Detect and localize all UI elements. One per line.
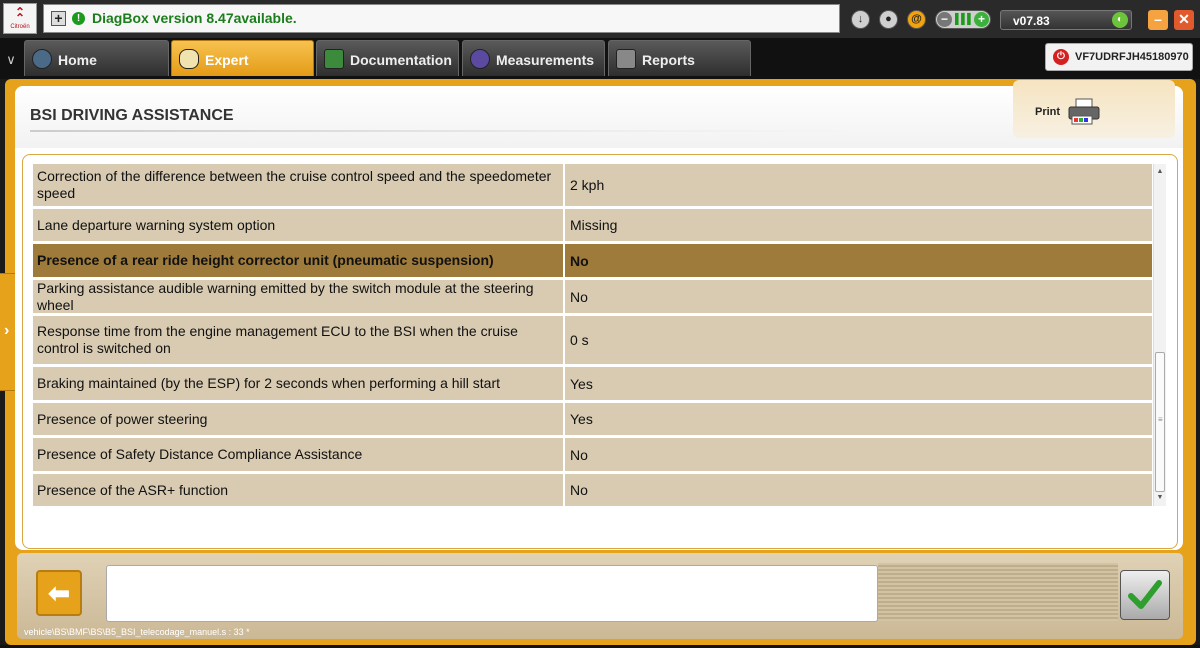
version-text: v07.83 [1013,14,1050,28]
close-button[interactable]: ✕ [1174,10,1194,30]
scroll-up-icon[interactable]: ▲ [1154,166,1166,178]
parameter-name: Presence of a rear ride height corrector… [33,244,565,277]
title-bar: ⌃ ⌃ Citroën + ! DiagBox version 8.47avail… [0,0,1200,38]
scroll-thumb[interactable]: ≡ [1155,352,1165,492]
plus-icon: + [974,12,989,27]
status-ok-icon: ◐ [1112,12,1128,28]
email-icon[interactable]: @ [907,10,926,29]
tab-reports[interactable]: Reports [608,40,751,76]
connection-status[interactable]: − ▌▌▌ + [935,10,991,29]
info-icon: ! [72,12,85,25]
decorative-stripes [878,563,1118,621]
table-row[interactable]: Presence of Safety Distance Compliance A… [33,438,1152,471]
parameter-value: 2 kph [570,177,605,193]
message-box [106,565,878,622]
parameter-name: Response time from the engine management… [33,316,565,364]
power-icon: ⏻ [1053,49,1069,65]
script-path: vehicle\BS\BMF\BS\B5_BSI_telecodage_manu… [24,627,250,637]
user-icon[interactable]: ● [879,10,898,29]
parameter-value: No [570,482,588,498]
parameter-name: Braking maintained (by the ESP) for 2 se… [33,367,565,400]
tab-bar: ∨ Home Expert Documentation Measurements… [0,38,1200,79]
brand-logo: ⌃ ⌃ Citroën [3,3,37,34]
table-row[interactable]: Parking assistance audible warning emitt… [33,280,1152,313]
vin-text: VF7UDRFJH45180970 [1075,51,1189,63]
parameter-value: Yes [570,411,593,427]
table-scrollbar[interactable]: ▲ ≡ ▼ [1153,164,1166,506]
page-title: BSI DRIVING ASSISTANCE [30,107,234,124]
signal-bars-icon: ▌▌▌ [955,14,974,25]
tab-home[interactable]: Home [24,40,169,76]
parameter-value: 0 s [570,332,589,348]
version-indicator[interactable]: v07.83 ◐ [1000,10,1132,30]
tab-documentation[interactable]: Documentation [316,40,459,76]
vin-badge[interactable]: ⏻ VF7UDRFJH45180970 [1045,43,1193,71]
tab-expert[interactable]: Expert [171,40,314,76]
tab-documentation-label: Documentation [350,52,452,68]
tab-reports-label: Reports [642,52,695,68]
table-row-selected[interactable]: Presence of a rear ride height corrector… [33,244,1152,277]
arrow-left-icon: ⬅ [48,578,70,608]
tab-measurements-label: Measurements [496,52,595,68]
table-row[interactable]: Correction of the difference between the… [33,164,1152,206]
download-icon[interactable]: ↓ [851,10,870,29]
table-row[interactable]: Presence of power steering Yes [33,403,1152,435]
table-row[interactable]: Response time from the engine management… [33,316,1152,364]
parameter-value: No [570,288,588,305]
parameter-value: Yes [570,375,593,392]
print-label: Print [1035,106,1061,118]
checkmark-icon [1128,580,1162,609]
tab-measurements[interactable]: Measurements [462,40,605,76]
parameter-value: Missing [570,217,618,233]
tab-expert-label: Expert [205,52,249,68]
chevron-right-icon: › [4,322,10,339]
home-icon [32,49,52,69]
parameter-name: Parking assistance audible warning emitt… [33,280,565,313]
scroll-down-icon[interactable]: ▼ [1154,492,1166,504]
grip-icon: ≡ [1158,415,1163,424]
waveform-icon [470,49,490,69]
printer-icon[interactable] [1067,98,1101,126]
minimize-button[interactable]: – [1148,10,1168,30]
report-icon [616,49,636,69]
expand-icon[interactable]: + [51,11,66,26]
parameter-name: Presence of power steering [33,403,565,435]
parameter-name: Lane departure warning system option [33,209,565,241]
update-notice-bar[interactable]: + ! DiagBox version 8.47available. [43,4,840,33]
magnifier-icon [179,49,199,69]
tab-home-label: Home [58,52,97,68]
documentation-icon [324,49,344,69]
parameter-name: Correction of the difference between the… [33,164,565,206]
collapse-chevron-icon[interactable]: ∨ [2,46,20,74]
parameter-value: No [570,252,589,269]
table-row[interactable]: Lane departure warning system option Mis… [33,209,1152,241]
minus-icon: − [937,12,952,27]
parameter-value: No [570,446,588,463]
update-notice-text: DiagBox version 8.47available. [92,10,297,26]
table-row[interactable]: Presence of the ASR+ function No [33,474,1152,506]
table-row[interactable]: Braking maintained (by the ESP) for 2 se… [33,367,1152,400]
back-button[interactable]: ⬅ [36,570,82,616]
title-divider [30,130,860,132]
parameter-name: Presence of Safety Distance Compliance A… [33,438,565,471]
chevron-logo-icon: ⌃ ⌃ [14,5,26,25]
parameter-name: Presence of the ASR+ function [33,474,565,506]
validate-button[interactable] [1120,570,1170,620]
